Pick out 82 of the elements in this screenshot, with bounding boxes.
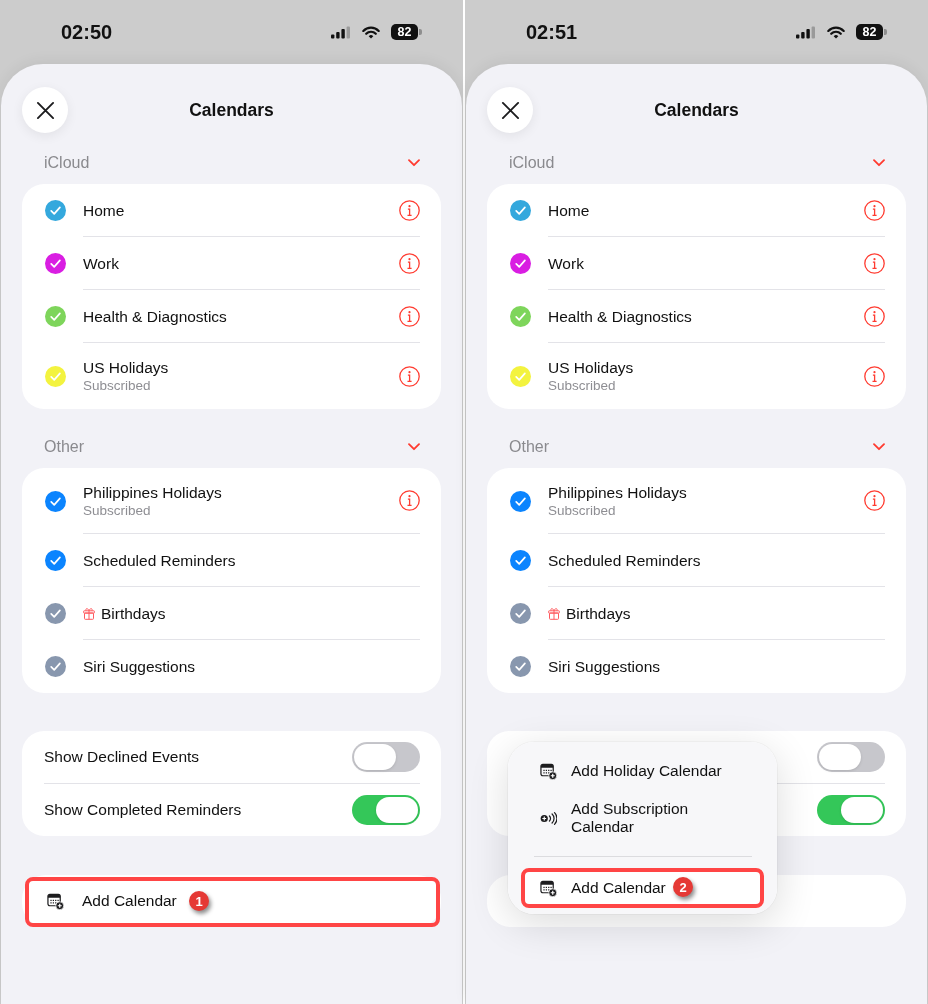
calendar-checkbox[interactable]: [510, 656, 531, 677]
info-icon[interactable]: [864, 252, 885, 274]
calendar-name[interactable]: Health & Diagnostics: [83, 306, 227, 326]
calendar-plus-icon: [540, 879, 557, 897]
close-button[interactable]: [487, 87, 533, 133]
signal-icon: [796, 25, 816, 39]
calendar-name[interactable]: US Holidays: [548, 358, 634, 377]
menu-item[interactable]: Add Holiday Calendar: [521, 752, 764, 790]
calendar-checkbox[interactable]: [510, 490, 531, 512]
sheet-title: Calendars: [189, 99, 274, 121]
calendar-name[interactable]: Scheduled Reminders: [83, 550, 236, 570]
info-icon[interactable]: [864, 365, 885, 387]
calendar-checkbox[interactable]: [45, 490, 66, 512]
calendar-subtitle: Subscribed: [83, 501, 152, 519]
gift-icon: [83, 606, 95, 620]
calendar-name[interactable]: Health & Diagnostics: [548, 306, 692, 326]
calendar-plus-icon: [540, 762, 557, 780]
close-button[interactable]: [22, 87, 68, 133]
calendar-name[interactable]: Work: [548, 253, 584, 273]
calendar-checkbox[interactable]: [510, 200, 531, 221]
toggle-switch[interactable]: [817, 794, 885, 825]
calendar-name[interactable]: Birthdays: [566, 603, 631, 623]
calendar-name[interactable]: Scheduled Reminders: [548, 550, 701, 570]
calendar-name[interactable]: US Holidays: [83, 358, 169, 377]
calendar-checkbox[interactable]: [510, 603, 531, 624]
info-icon[interactable]: [399, 490, 420, 511]
close-icon: [35, 100, 55, 120]
battery-indicator: 82: [391, 24, 422, 40]
calendar-checkbox[interactable]: [45, 656, 66, 677]
info-icon[interactable]: [399, 199, 420, 221]
sheet-title: Calendars: [654, 99, 739, 121]
calendar-name[interactable]: Home: [83, 200, 125, 220]
signal-icon: [331, 25, 351, 39]
info-icon[interactable]: [864, 490, 885, 511]
chevron-down-icon[interactable]: [408, 159, 420, 167]
info-icon[interactable]: [399, 305, 420, 327]
info-icon[interactable]: [399, 252, 420, 274]
menu-item[interactable]: Add Subscription Calendar: [521, 790, 764, 846]
calendar-name[interactable]: Home: [548, 200, 590, 220]
calendar-subtitle: Subscribed: [548, 501, 617, 519]
chevron-down-icon[interactable]: [873, 443, 885, 451]
calendar-checkbox[interactable]: [45, 253, 66, 274]
toggle-switch[interactable]: [352, 794, 420, 825]
status-time: 02:51: [526, 20, 578, 44]
wifi-icon: [827, 25, 845, 39]
broadcast-icon: [540, 809, 557, 827]
calendar-name[interactable]: Siri Suggestions: [83, 657, 195, 676]
toggle-label: Show Completed Reminders: [44, 800, 242, 819]
calendar-checkbox[interactable]: [45, 603, 66, 624]
calendar-checkbox[interactable]: [510, 550, 531, 571]
calendar-name[interactable]: Work: [83, 253, 119, 273]
calendar-checkbox[interactable]: [45, 550, 66, 571]
info-icon[interactable]: [864, 199, 885, 221]
calendar-checkbox[interactable]: [45, 365, 66, 387]
calendar-checkbox[interactable]: [510, 365, 531, 387]
status-time: 02:50: [61, 20, 113, 44]
calendar-name[interactable]: Philippines Holidays: [548, 482, 687, 502]
toggle-switch[interactable]: [352, 741, 420, 772]
close-icon: [500, 100, 520, 120]
calendar-subtitle: Subscribed: [548, 377, 617, 394]
section-header: iCloud: [509, 154, 555, 172]
battery-indicator: 82: [856, 24, 887, 40]
calendar-subtitle: Subscribed: [83, 377, 152, 394]
info-icon[interactable]: [399, 365, 420, 387]
section-header: Other: [509, 438, 549, 456]
chevron-down-icon[interactable]: [873, 159, 885, 167]
toggle-label: Show Declined Events: [44, 747, 200, 766]
calendar-checkbox[interactable]: [510, 253, 531, 274]
info-icon[interactable]: [864, 305, 885, 327]
chevron-down-icon[interactable]: [408, 443, 420, 451]
calendar-name[interactable]: Siri Suggestions: [548, 657, 660, 676]
section-header: iCloud: [44, 154, 90, 172]
toggle-switch[interactable]: [817, 741, 885, 772]
calendar-name[interactable]: Philippines Holidays: [83, 482, 222, 502]
section-header: Other: [44, 438, 84, 456]
calendar-plus-icon: [47, 892, 64, 910]
calendar-name[interactable]: Birthdays: [101, 603, 166, 623]
calendar-checkbox[interactable]: [45, 306, 66, 327]
gift-icon: [548, 606, 560, 620]
wifi-icon: [362, 25, 380, 39]
calendar-checkbox[interactable]: [45, 200, 66, 221]
calendar-checkbox[interactable]: [510, 306, 531, 327]
